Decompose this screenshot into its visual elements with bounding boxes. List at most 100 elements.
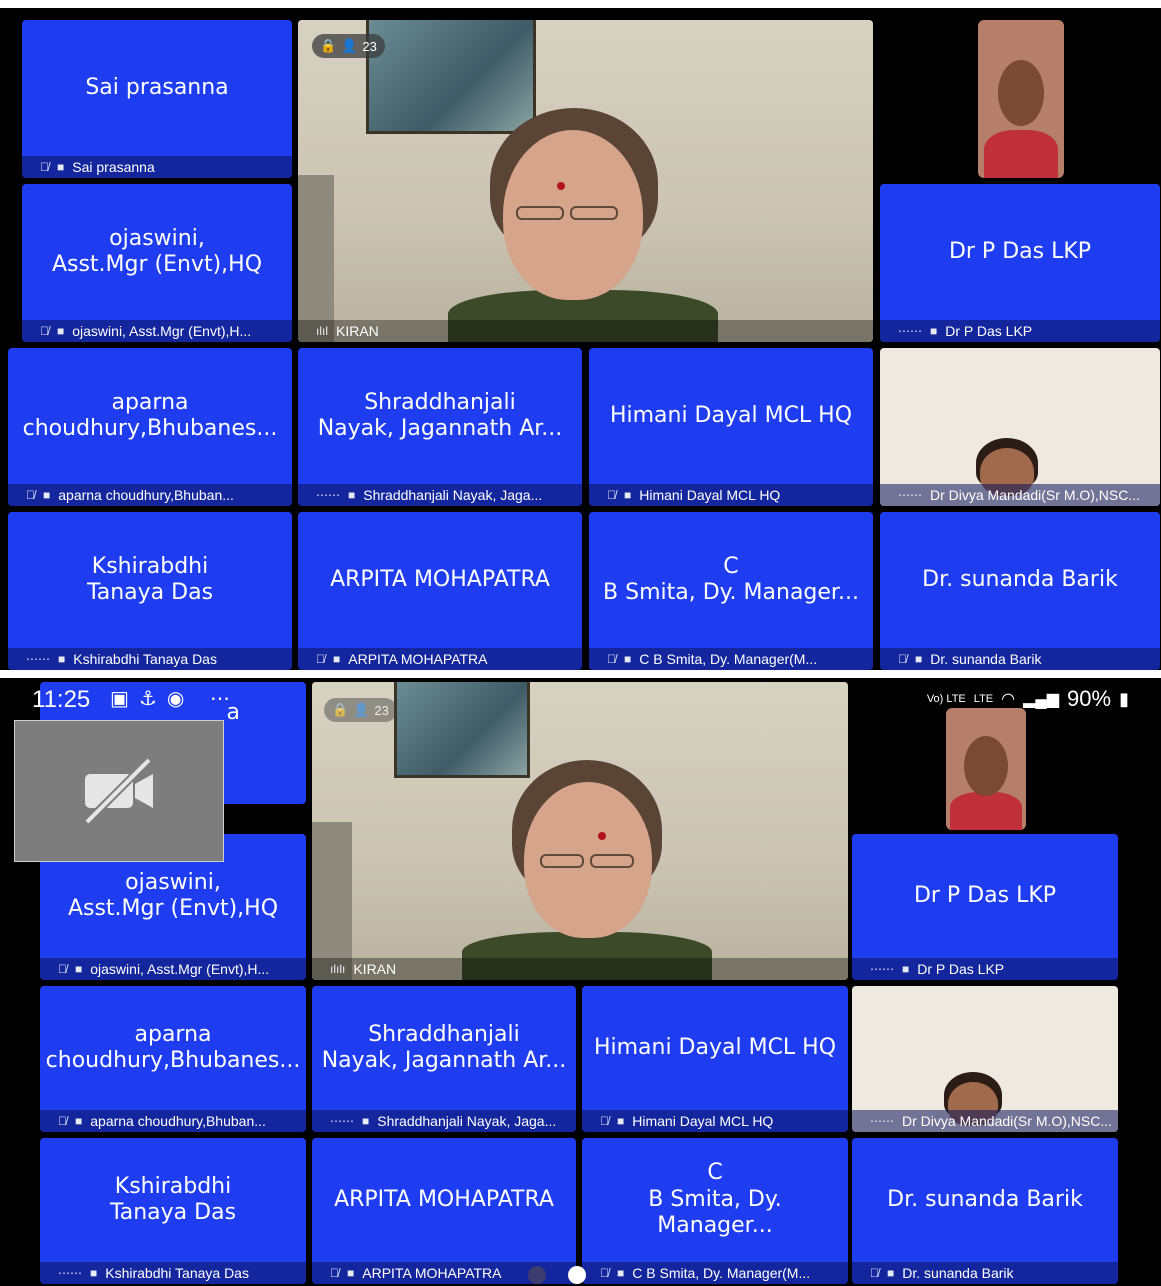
participant-label: ARPITA MOHAPATRA	[348, 651, 488, 667]
participant-name: Shraddhanjali Nayak, Jagannath Ar...	[317, 389, 563, 441]
participant-tile-himani[interactable]: Himani Dayal MCL HQ 🎙̸ ■ Himani Dayal MC…	[582, 986, 848, 1132]
audio-wave-icon: ⋯⋯	[870, 1114, 894, 1128]
mic-muted-icon: 🎙̸	[607, 652, 616, 666]
status-bar: 11:25 ▣⚓◉ ⋯ Vo) LTE LTE ◠ ▂▄▆ 90% ▮	[0, 678, 1161, 722]
participant-tile-arpita[interactable]: ARPITA MOHAPATRA 🎙̸ ■ ARPITA MOHAPATRA	[298, 512, 582, 670]
audio-wave-icon: ⋯⋯	[58, 1266, 82, 1280]
camera-off-icon: ■	[57, 324, 65, 338]
camera-off-icon	[84, 757, 153, 825]
participant-tile-arpita[interactable]: ARPITA MOHAPATRA 🎙̸ ■ ARPITA MOHAPATRA	[312, 1138, 576, 1284]
mic-muted-icon: 🎙̸	[607, 488, 616, 502]
status-right: Vo) LTE LTE ◠ ▂▄▆ 90% ▮	[927, 686, 1129, 712]
participant-name: Sai prasanna	[85, 74, 229, 100]
participant-tile-kshirabdhi[interactable]: Kshirabdhi Tanaya Das ⋯⋯ ■ Kshirabdhi Ta…	[40, 1138, 306, 1284]
audio-wave-icon: ⋯⋯	[330, 1114, 354, 1128]
glasses	[540, 854, 584, 868]
mic-muted-icon: 🎙̸	[600, 1114, 609, 1128]
speaker-label-bar: ılılı KIRAN	[312, 958, 848, 980]
participant-label-bar: 🎙̸ ■ Sai prasanna	[22, 156, 292, 178]
mic-muted-icon: 🎙̸	[330, 1266, 339, 1280]
camera-off-icon: ■	[348, 488, 356, 502]
participant-label-bar: ⋯⋯ ■ Dr P Das LKP	[880, 320, 1160, 342]
speaker-label-bar: ılıl KIRAN	[298, 320, 873, 342]
participant-tile-himani[interactable]: Himani Dayal MCL HQ 🎙̸ ■ Himani Dayal MC…	[589, 348, 873, 506]
camera-off-icon: ■	[902, 962, 910, 976]
participant-label-bar: ⋯⋯ ■ Kshirabdhi Tanaya Das	[8, 648, 292, 670]
participant-label: Kshirabdhi Tanaya Das	[105, 1265, 249, 1281]
participant-thumbnail-video[interactable]	[978, 20, 1064, 178]
participant-tile-c-b-smita[interactable]: C B Smita, Dy. Manager... 🎙̸ ■ C B Smita…	[582, 1138, 848, 1284]
participant-name: Kshirabdhi Tanaya Das	[86, 553, 214, 605]
mic-muted-icon: 🎙̸	[40, 324, 49, 338]
meeting-info-pill[interactable]: 🔒 👤 23	[312, 34, 385, 58]
participant-tile-dr-sunanda[interactable]: Dr. sunanda Barik 🎙̸ ■ Dr. sunanda Barik	[852, 1138, 1118, 1284]
participant-label: Sai prasanna	[72, 159, 155, 175]
participant-label: C B Smita, Dy. Manager(M...	[639, 651, 818, 667]
audio-wave-icon: ılıl	[316, 324, 328, 338]
participant-label-bar: ⋯⋯ ■ Shraddhanjali Nayak, Jaga...	[312, 1110, 576, 1132]
participant-label: C B Smita, Dy. Manager(M...	[632, 1265, 811, 1281]
participant-label-bar: 🎙̸ ■ C B Smita, Dy. Manager(M...	[582, 1262, 848, 1284]
participant-label-bar: 🎙̸ ■ ARPITA MOHAPATRA	[298, 648, 582, 670]
participant-tile-dr-p-das[interactable]: Dr P Das LKP ⋯⋯ ■ Dr P Das LKP	[852, 834, 1118, 980]
participant-tile-sai-prasanna[interactable]: Sai prasanna 🎙̸ ■ Sai prasanna	[22, 20, 292, 178]
participant-tile-dr-sunanda[interactable]: Dr. sunanda Barik 🎙̸ ■ Dr. sunanda Barik	[880, 512, 1160, 670]
camera-off-icon: ■	[75, 962, 83, 976]
participant-name: Dr P Das LKP	[913, 882, 1057, 908]
participant-label: ojaswini, Asst.Mgr (Envt),H...	[72, 323, 252, 339]
network-label: Vo) LTE	[926, 692, 966, 705]
mic-muted-icon: 🎙̸	[40, 160, 49, 174]
page-dot[interactable]	[528, 1266, 546, 1284]
participant-tile-aparna[interactable]: aparna choudhury,Bhubanes... 🎙̸ ■ aparna…	[8, 348, 292, 506]
self-view-camera-off[interactable]	[14, 720, 224, 862]
participant-tile-dr-divya[interactable]: ⋯⋯ Dr Divya Mandadi(Sr M.O),NSC...	[852, 986, 1118, 1132]
participant-thumbnail-video[interactable]	[946, 708, 1026, 830]
participant-label: Shraddhanjali Nayak, Jaga...	[377, 1113, 557, 1129]
participant-label: ARPITA MOHAPATRA	[362, 1265, 502, 1281]
participant-label: Dr P Das LKP	[945, 323, 1033, 339]
participant-name: C B Smita, Dy. Manager...	[648, 1160, 782, 1239]
participant-label: Shraddhanjali Nayak, Jaga...	[363, 487, 543, 503]
audio-wave-icon: ⋯⋯	[26, 652, 50, 666]
participant-tile-shraddhanjali[interactable]: Shraddhanjali Nayak, Jagannath Ar... ⋯⋯ …	[312, 986, 576, 1132]
wifi-icon: ◠	[1001, 691, 1016, 708]
participant-label-bar: 🎙̸ ■ Himani Dayal MCL HQ	[589, 484, 873, 506]
participant-tile-dr-divya[interactable]: ⋯⋯ Dr Divya Mandadi(Sr M.O),NSC...	[880, 348, 1160, 506]
participant-name: aparna choudhury,Bhubanes...	[22, 389, 278, 441]
participant-label: ojaswini, Asst.Mgr (Envt),H...	[90, 961, 270, 977]
audio-wave-icon: ⋯⋯	[898, 488, 922, 502]
page-dot-active[interactable]	[568, 1266, 586, 1284]
camera-off-icon: ■	[90, 1266, 98, 1280]
active-speaker-video[interactable]: 🔒 👤 23 ılılı KIRAN	[312, 682, 848, 980]
participant-name: ARPITA MOHAPATRA	[330, 566, 550, 592]
participant-label: Himani Dayal MCL HQ	[632, 1113, 774, 1129]
participant-tile-shraddhanjali[interactable]: Shraddhanjali Nayak, Jagannath Ar... ⋯⋯ …	[298, 348, 582, 506]
participant-label-bar: 🎙̸ ■ aparna choudhury,Bhuban...	[40, 1110, 306, 1132]
participant-name: Himani Dayal MCL HQ	[593, 1034, 837, 1060]
participant-shirt	[950, 792, 1022, 830]
status-time: 11:25	[32, 686, 91, 713]
participant-name: C B Smita, Dy. Manager...	[603, 553, 859, 605]
participant-face	[964, 736, 1008, 796]
participant-tile-aparna[interactable]: aparna choudhury,Bhubanes... 🎙̸ ■ aparna…	[40, 986, 306, 1132]
participant-label-bar: 🎙̸ ■ Himani Dayal MCL HQ	[582, 1110, 848, 1132]
audio-wave-icon: ⋯⋯	[316, 488, 340, 502]
participant-label-bar: 🎙̸ ■ C B Smita, Dy. Manager(M...	[589, 648, 873, 670]
participant-tile-kshirabdhi[interactable]: Kshirabdhi Tanaya Das ⋯⋯ ■ Kshirabdhi Ta…	[8, 512, 292, 670]
cabinet	[312, 822, 352, 980]
active-speaker-video[interactable]: 🔒 👤 23 ılıl KIRAN	[298, 20, 873, 342]
camera-off-icon: ■	[915, 652, 923, 666]
participant-tile-dr-p-das[interactable]: Dr P Das LKP ⋯⋯ ■ Dr P Das LKP	[880, 184, 1160, 342]
participant-label: Kshirabdhi Tanaya Das	[73, 651, 217, 667]
mic-muted-icon: 🎙̸	[26, 488, 35, 502]
participant-name: Dr P Das LKP	[948, 238, 1092, 264]
participant-label-bar: ⋯⋯ ■ Kshirabdhi Tanaya Das	[40, 1262, 306, 1284]
participant-name: Dr. sunanda Barik	[922, 566, 1118, 592]
speaker-name: KIRAN	[353, 961, 397, 977]
camera-off-icon: ■	[930, 324, 938, 338]
participant-tile-ojaswini[interactable]: ojaswini, Asst.Mgr (Envt),HQ 🎙̸ ■ ojaswi…	[22, 184, 292, 342]
participant-tile-c-b-smita[interactable]: C B Smita, Dy. Manager... 🎙̸ ■ C B Smita…	[589, 512, 873, 670]
signal-icon: ▂▄▆	[1023, 691, 1060, 708]
camera-off-icon: ■	[617, 1114, 625, 1128]
participant-label: aparna choudhury,Bhuban...	[58, 487, 234, 503]
